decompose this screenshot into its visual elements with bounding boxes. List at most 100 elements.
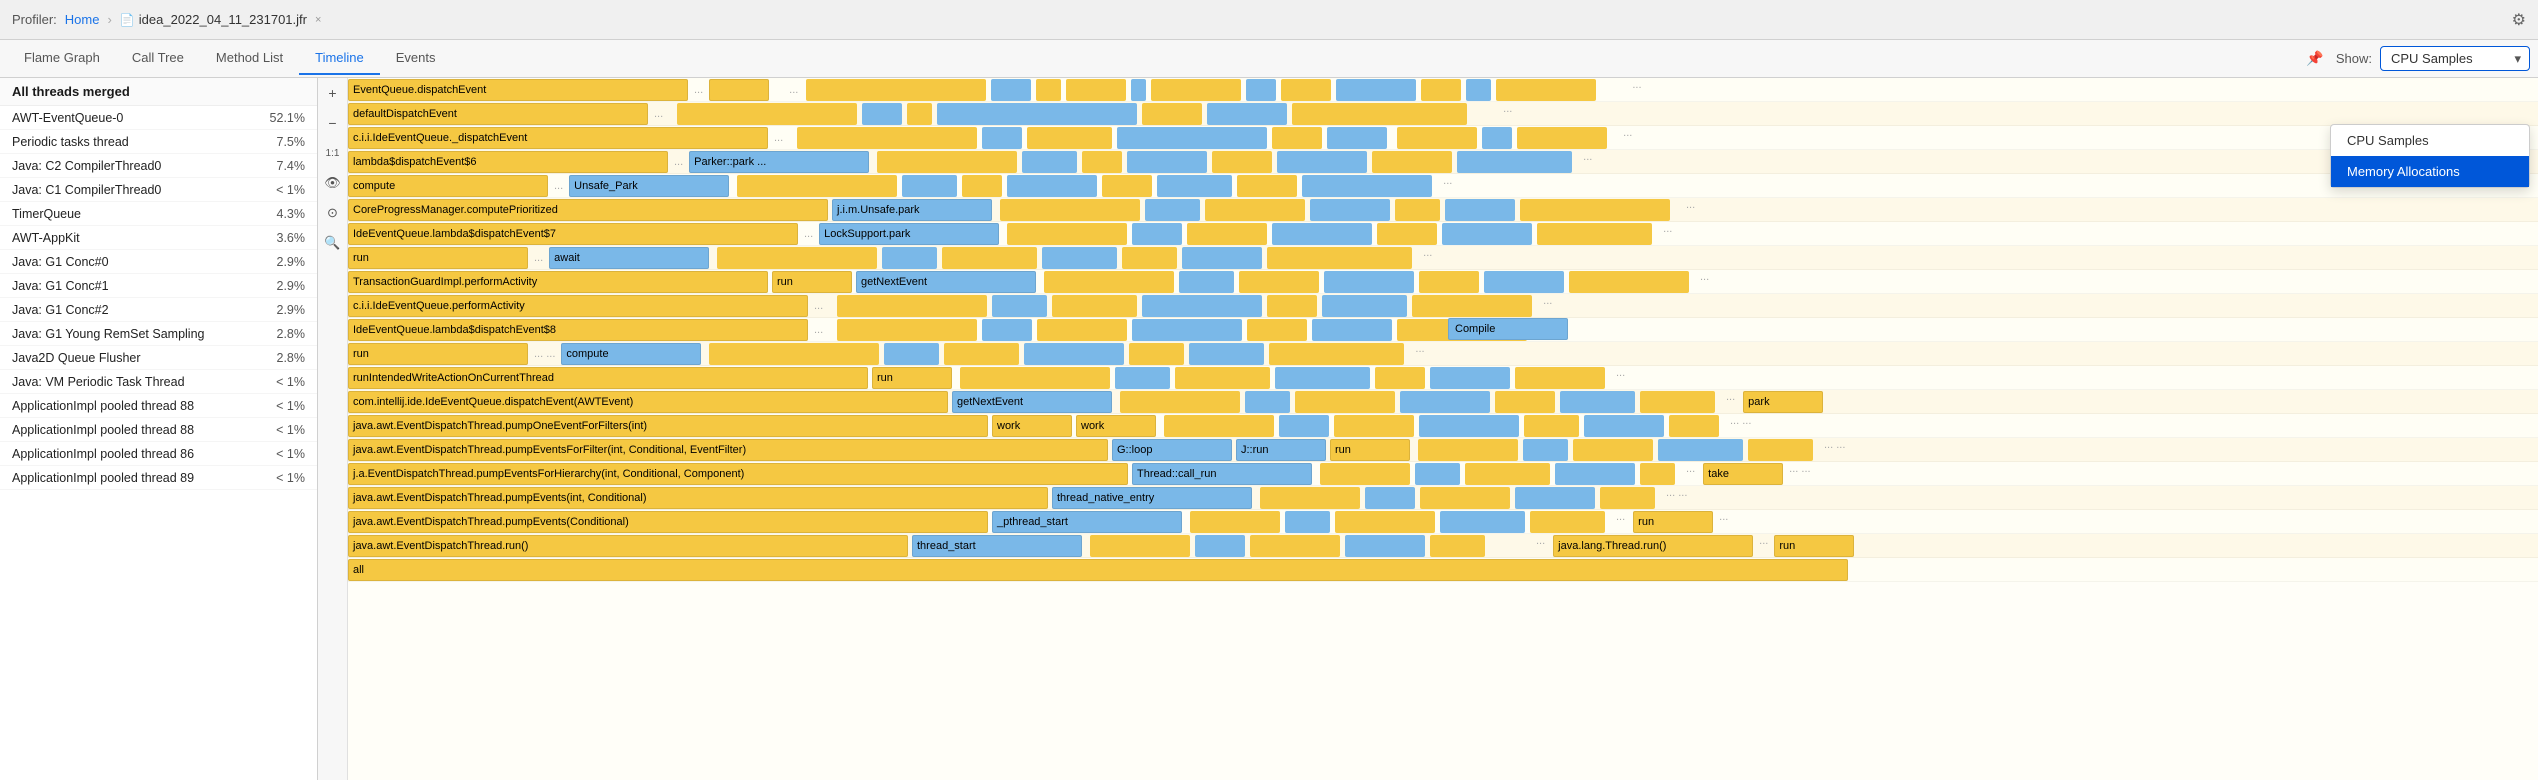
flame-block-thread-start[interactable]: thread_start [912,535,1082,557]
thread-row[interactable]: ApplicationImpl pooled thread 88 < 1% [0,394,317,418]
dots: ... [1686,463,1695,485]
flame-block[interactable]: j.a.EventDispatchThread.pumpEventsForHie… [348,463,1128,485]
settings-icon[interactable]: ⚙ [2512,10,2526,30]
show-dropdown[interactable]: CPU Samples ▾ [2380,46,2530,71]
thread-row[interactable]: Periodic tasks thread 7.5% [0,130,317,154]
flame-block[interactable]: compute [348,175,548,197]
compile-block[interactable]: Compile [1448,318,1568,340]
flame-block[interactable]: java.awt.EventDispatchThread.pumpOneEven… [348,415,988,437]
flame-block-compute[interactable]: compute [561,343,701,365]
show-dropdown-container: CPU Samples ▾ CPU Samples Memory Allocat… [2380,46,2530,71]
flame-block[interactable]: com.intellij.ide.IdeEventQueue.dispatchE… [348,391,948,413]
thread-row[interactable]: Java2D Queue Flusher 2.8% [0,346,317,370]
flame-block-java-thread-run[interactable]: java.lang.Thread.run() [1553,535,1753,557]
fit-ratio-button[interactable]: 1:1 [322,142,344,164]
flame-block[interactable]: java.awt.EventDispatchThread.run() [348,535,908,557]
eye-button[interactable]: 👁 [322,172,344,194]
flame-block-run5[interactable]: run [1774,535,1854,557]
flame-block-run4[interactable]: run [1633,511,1713,533]
flame-block[interactable]: java.awt.EventDispatchThread.pumpEvents(… [348,511,988,533]
tab-method-list[interactable]: Method List [200,42,299,75]
dots: ... [1443,175,1452,197]
bar-chart [806,79,1626,101]
flame-block-gloop[interactable]: G::loop [1112,439,1232,461]
flame-block[interactable]: c.i.i.IdeEventQueue._dispatchEvent [348,127,768,149]
search-button[interactable]: 🔍 [322,232,344,254]
thread-row[interactable]: TimerQueue 4.3% [0,202,317,226]
flame-block[interactable]: runIntendedWriteActionOnCurrentThread [348,367,868,389]
dropdown-item-memory-allocations[interactable]: Memory Allocations [2331,156,2529,187]
flame-block-park[interactable]: park [1743,391,1823,413]
flame-block[interactable]: TransactionGuardImpl.performActivity [348,271,768,293]
dropdown-item-cpu-samples[interactable]: CPU Samples [2331,125,2529,156]
thread-row[interactable]: Java: C2 CompilerThread0 7.4% [0,154,317,178]
close-tab-button[interactable]: × [315,14,321,26]
thread-row[interactable]: Java: VM Periodic Task Thread < 1% [0,370,317,394]
tab-timeline[interactable]: Timeline [299,42,380,75]
flame-block-all[interactable]: all [348,559,1848,581]
file-tab[interactable]: 📄 idea_2022_04_11_231701.jfr × [120,12,322,27]
flame-block-run3[interactable]: run [1330,439,1410,461]
flame-block[interactable]: c.i.i.IdeEventQueue.performActivity [348,295,808,317]
home-label[interactable]: Home [65,12,100,27]
flame-block-work2[interactable]: work [1076,415,1156,437]
thread-row[interactable]: ApplicationImpl pooled thread 88 < 1% [0,418,317,442]
flame-block-await[interactable]: await [549,247,709,269]
flame-row: java.awt.EventDispatchThread.run() threa… [348,534,2538,558]
flame-block-run[interactable]: run [772,271,852,293]
flame-block[interactable]: run [348,247,528,269]
thread-row[interactable]: Java: C1 CompilerThread0 < 1% [0,178,317,202]
flame-block[interactable]: CoreProgressManager.computePrioritized [348,199,828,221]
flame-block-lock-park[interactable]: LockSupport.park [819,223,999,245]
flame-block[interactable]: defaultDispatchEvent [348,103,648,125]
breadcrumb-sep: › [107,12,111,27]
tab-call-tree[interactable]: Call Tree [116,42,200,75]
flame-block-parker[interactable]: Parker::park ... [689,151,869,173]
flame-block-work1[interactable]: work [992,415,1072,437]
camera-button[interactable]: ⊙ [322,202,344,224]
pin-icon[interactable]: 📌 [2306,50,2323,67]
thread-row[interactable]: ApplicationImpl pooled thread 89 < 1% [0,466,317,490]
dots: ... [1583,151,1592,173]
flame-block[interactable]: IdeEventQueue.lambda$dispatchEvent$7 [348,223,798,245]
tab-flame-graph[interactable]: Flame Graph [8,42,116,75]
flame-block[interactable]: java.awt.EventDispatchThread.pumpEventsF… [348,439,1108,461]
tab-events[interactable]: Events [380,42,452,75]
flame-row: runIntendedWriteActionOnCurrentThread ru… [348,366,2538,390]
flame-row: c.i.i.IdeEventQueue.performActivity ... [348,294,2538,318]
flame-block[interactable]: java.awt.EventDispatchThread.pumpEvents(… [348,487,1048,509]
thread-pct: 2.9% [260,303,305,317]
flame-block-jpark[interactable]: j.i.m.Unsafe.park [832,199,992,221]
flame-block-jrun[interactable]: J::run [1236,439,1326,461]
flame-block-getnext[interactable]: getNextEvent [856,271,1036,293]
thread-row[interactable]: AWT-AppKit 3.6% [0,226,317,250]
dots: ... [1616,367,1625,389]
zoom-in-button[interactable]: + [322,82,344,104]
zoom-out-button[interactable]: − [322,112,344,134]
flame-block[interactable]: EventQueue.dispatchEvent [348,79,688,101]
thread-pct: < 1% [260,183,305,197]
flame-block[interactable]: lambda$dispatchEvent$6 [348,151,668,173]
flame-block-getnext2[interactable]: getNextEvent [952,391,1112,413]
flame-block[interactable]: run [348,343,528,365]
thread-row[interactable]: Java: G1 Conc#2 2.9% [0,298,317,322]
thread-row[interactable]: Java: G1 Conc#0 2.9% [0,250,317,274]
thread-name: Java2D Queue Flusher [12,351,260,365]
flame-block-take[interactable]: take [1703,463,1783,485]
bar-chart [1090,535,1530,557]
thread-row[interactable]: ApplicationImpl pooled thread 86 < 1% [0,442,317,466]
flame-block-native[interactable]: thread_native_entry [1052,487,1252,509]
dots: ... [1503,103,1512,125]
flame-row: IdeEventQueue.lambda$dispatchEvent$8 ... [348,318,2538,342]
flame-panel: + − 1:1 👁 ⊙ 🔍 EventQueue.dispatchEvent .… [318,78,2538,780]
flame-block-pthread[interactable]: _pthread_start [992,511,1182,533]
thread-row[interactable]: AWT-EventQueue-0 52.1% [0,106,317,130]
thread-pct: 52.1% [260,111,305,125]
flame-block[interactable] [709,79,769,101]
flame-block[interactable]: IdeEventQueue.lambda$dispatchEvent$8 [348,319,808,341]
flame-block-call-run[interactable]: Thread::call_run [1132,463,1312,485]
flame-block-run2[interactable]: run [872,367,952,389]
thread-row[interactable]: Java: G1 Young RemSet Sampling 2.8% [0,322,317,346]
flame-block-unsafe-park[interactable]: Unsafe_Park [569,175,729,197]
thread-row[interactable]: Java: G1 Conc#1 2.9% [0,274,317,298]
